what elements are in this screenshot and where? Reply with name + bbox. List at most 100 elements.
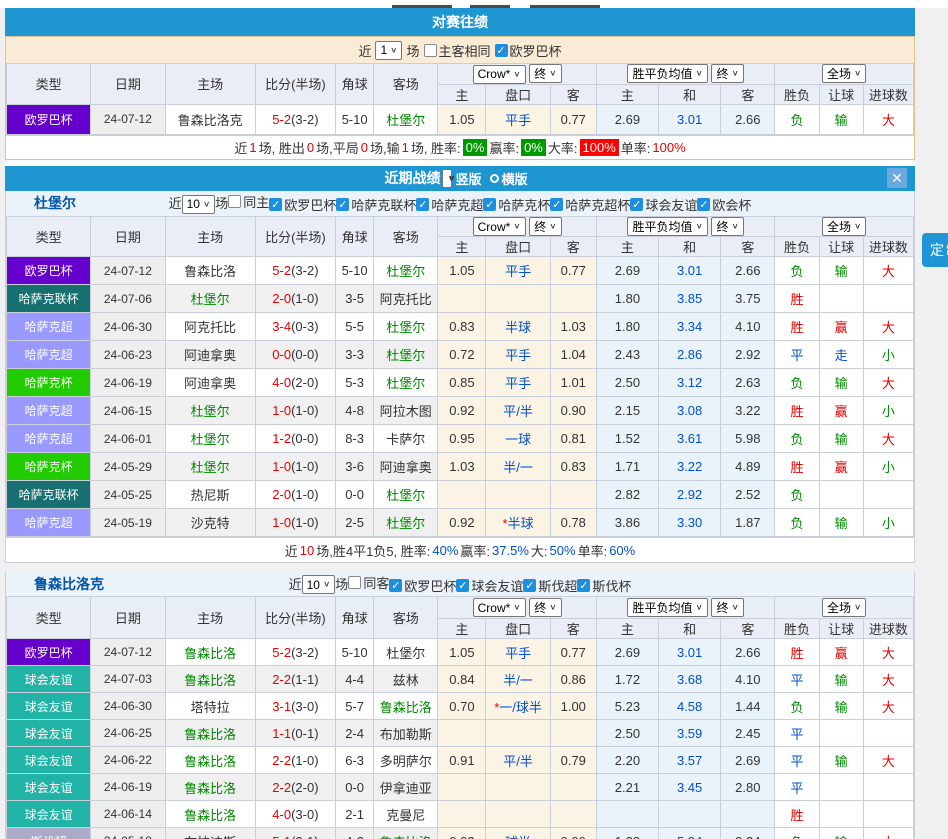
handicap-time-select[interactable]: 终 [529,598,561,617]
away-team-link[interactable]: 杜堡尔 [386,516,425,531]
away-team-link[interactable]: 布加勒斯 [380,727,432,742]
home-team-link[interactable]: 杜堡尔 [191,404,230,419]
goals-result-cell: 小 [863,509,913,537]
corner-cell: 5-5 [336,313,374,341]
league-checkbox-0[interactable] [389,579,402,592]
score-full[interactable]: 1-0 [272,515,291,530]
home-team-link[interactable]: 杜堡尔 [191,432,230,447]
away-team-link[interactable]: 阿克托比 [380,292,432,307]
bookmaker-select[interactable]: Crow* [473,217,526,236]
league-checkbox-1[interactable] [456,579,469,592]
league-checkbox-3[interactable] [577,579,590,592]
avg-select[interactable]: 胜平负均值 [627,64,707,83]
score-full[interactable]: 1-1 [272,726,291,741]
home-team-link[interactable]: 热尼斯 [191,488,230,503]
score-full[interactable]: 2-2 [272,672,291,687]
league-checkbox-2[interactable] [523,579,536,592]
home-team-link[interactable]: 阿迪拿奥 [184,376,236,391]
score-full[interactable]: 2-0 [272,487,291,502]
home-team-link[interactable]: 塔特拉 [191,700,230,715]
score-full[interactable]: 5-2 [272,263,291,278]
score-full[interactable]: 2-2 [272,753,291,768]
away-team-link[interactable]: 卡萨尔 [386,432,425,447]
away-team-link[interactable]: 兹林 [393,673,419,688]
bookmaker-select[interactable]: Crow* [473,598,526,617]
score-full[interactable]: 3-4 [272,319,291,334]
avg-time-select[interactable]: 终 [711,598,743,617]
home-team-link[interactable]: 阿迪拿奥 [184,348,236,363]
league-checkbox-4[interactable] [550,198,563,211]
avg-time-select[interactable]: 终 [711,64,743,83]
away-team-link[interactable]: 杜堡尔 [386,264,425,279]
score-full[interactable]: 1-0 [272,403,291,418]
home-team-link[interactable]: 阿克托比 [184,320,236,335]
away-team-link[interactable]: 阿拉木图 [380,404,432,419]
home-team-link[interactable]: 鲁森比洛克 [178,113,243,128]
away-team-link[interactable]: 杜堡尔 [386,113,425,128]
home-team-link[interactable]: 杜堡尔 [191,460,230,475]
score-full[interactable]: 4-0 [272,807,291,822]
home-team-link[interactable]: 鲁森比洛 [184,673,236,688]
score-full[interactable]: 2-0 [272,291,291,306]
home-team-link[interactable]: 鲁森比洛 [184,727,236,742]
score-full[interactable]: 5-1 [272,834,291,839]
away-team-link[interactable]: 鲁森比洛 [380,700,432,715]
scope-select[interactable]: 全场 [822,64,866,83]
corner-cell: 4-2 [336,828,374,839]
league-checkbox-6[interactable] [697,198,710,211]
score-full[interactable]: 1-2 [272,431,291,446]
away-team-link[interactable]: 杜堡尔 [386,320,425,335]
score-full[interactable]: 4-0 [272,375,291,390]
home-team-link[interactable]: 鲁森比洛 [184,781,236,796]
recent-count-select[interactable]: 1 [375,41,402,60]
score-full[interactable]: 5-2 [272,112,291,127]
score-full[interactable]: 5-2 [272,645,291,660]
close-icon[interactable]: ✕ [887,168,907,188]
score-full[interactable]: 0-0 [272,347,291,362]
horizontal-layout-radio[interactable] [490,174,499,183]
league-checkbox-1[interactable] [336,198,349,211]
league-checkbox-3[interactable] [483,198,496,211]
avg-time-select[interactable]: 终 [711,217,743,236]
vertical-layout-radio[interactable] [442,169,452,188]
away-team-link[interactable]: 多明萨尔 [380,754,432,769]
home-team-link[interactable]: 杜堡尔 [191,292,230,307]
away-team-link[interactable]: 杜堡尔 [386,488,425,503]
same-venue-checkbox[interactable] [228,195,241,208]
scope-select[interactable]: 全场 [822,217,866,236]
league-checkbox-0[interactable] [269,198,282,211]
score-full[interactable]: 1-0 [272,459,291,474]
avg-select[interactable]: 胜平负均值 [627,598,707,617]
away-team-link[interactable]: 阿迪拿奥 [380,460,432,475]
same-venue-checkbox[interactable] [348,576,361,589]
avg-away: 2.80 [721,774,775,801]
league-checkbox-0[interactable] [495,44,508,57]
home-team-link[interactable]: 鲁森比洛 [184,808,236,823]
bookmaker-select[interactable]: Crow* [473,65,526,84]
recent-count-select[interactable]: 10 [302,575,336,594]
handicap-time-select[interactable]: 终 [529,64,561,83]
away-team-link[interactable]: 杜堡尔 [386,376,425,391]
scope-select[interactable]: 全场 [822,598,866,617]
stats-segment-8: 场, 胜率: [411,138,461,157]
score-full[interactable]: 3-1 [272,699,291,714]
home-team-link[interactable]: 鲁森比洛 [184,646,236,661]
away-team-link[interactable]: 鲁森比洛 [380,835,432,839]
away-team-link[interactable]: 伊拿迪亚 [380,781,432,796]
away-team-link[interactable]: 克曼尼 [386,808,425,823]
customize-button[interactable]: 定制 [922,233,948,267]
handicap-time-select[interactable]: 终 [529,217,561,236]
away-team-link[interactable]: 杜堡尔 [386,646,425,661]
home-team-link[interactable]: 布拉迪斯 [184,835,236,839]
score-full[interactable]: 2-2 [272,780,291,795]
league-checkbox-5[interactable] [630,198,643,211]
recent-count-select[interactable]: 10 [182,195,216,214]
league-checkbox-2[interactable] [416,198,429,211]
same-venue-checkbox[interactable] [424,44,437,57]
home-team-link[interactable]: 沙克特 [191,516,230,531]
avg-select[interactable]: 胜平负均值 [627,217,707,236]
away-team-link[interactable]: 杜堡尔 [386,348,425,363]
home-team-link[interactable]: 鲁森比洛 [184,754,236,769]
home-team-link[interactable]: 鲁森比洛 [184,264,236,279]
result-cell: 负 [775,693,819,720]
